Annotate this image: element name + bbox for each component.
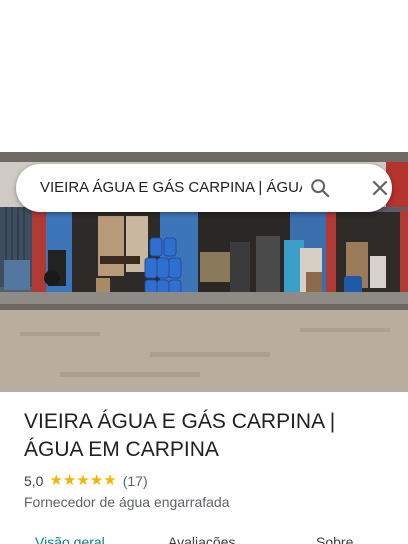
search-button[interactable] [302,170,338,206]
search-input[interactable]: VIEIRA ÁGUA E GÁS CARPINA | ÁGUA EM CARP… [40,164,302,212]
star-icon: ★ [103,472,117,489]
close-button[interactable] [362,170,398,206]
close-icon [372,180,388,196]
place-title: VIEIRA ÁGUA E GÁS CARPINA | ÁGUA EM CARP… [24,410,336,461]
star-icon: ★ [76,472,90,489]
rating-row[interactable]: 5,0 ★ ★ ★ ★ ★ (17) [24,471,148,491]
star-rating: ★ ★ ★ ★ ★ [49,471,116,491]
search-bar[interactable]: VIEIRA ÁGUA E GÁS CARPINA | ÁGUA EM CARP… [16,164,392,212]
star-icon: ★ [49,472,63,489]
place-category[interactable]: Fornecedor de água engarrafada [24,492,229,512]
rating-value: 5,0 [24,473,44,489]
place-tabs: Visão geral Avaliações Sobre [0,528,408,544]
star-icon: ★ [89,472,104,489]
search-icon [311,179,330,198]
tab-overview[interactable]: Visão geral [35,532,105,544]
tab-about[interactable]: Sobre [316,532,353,544]
star-icon: ★ [62,472,77,489]
review-count[interactable]: (17) [123,473,148,489]
tab-reviews[interactable]: Avaliações [168,532,235,544]
